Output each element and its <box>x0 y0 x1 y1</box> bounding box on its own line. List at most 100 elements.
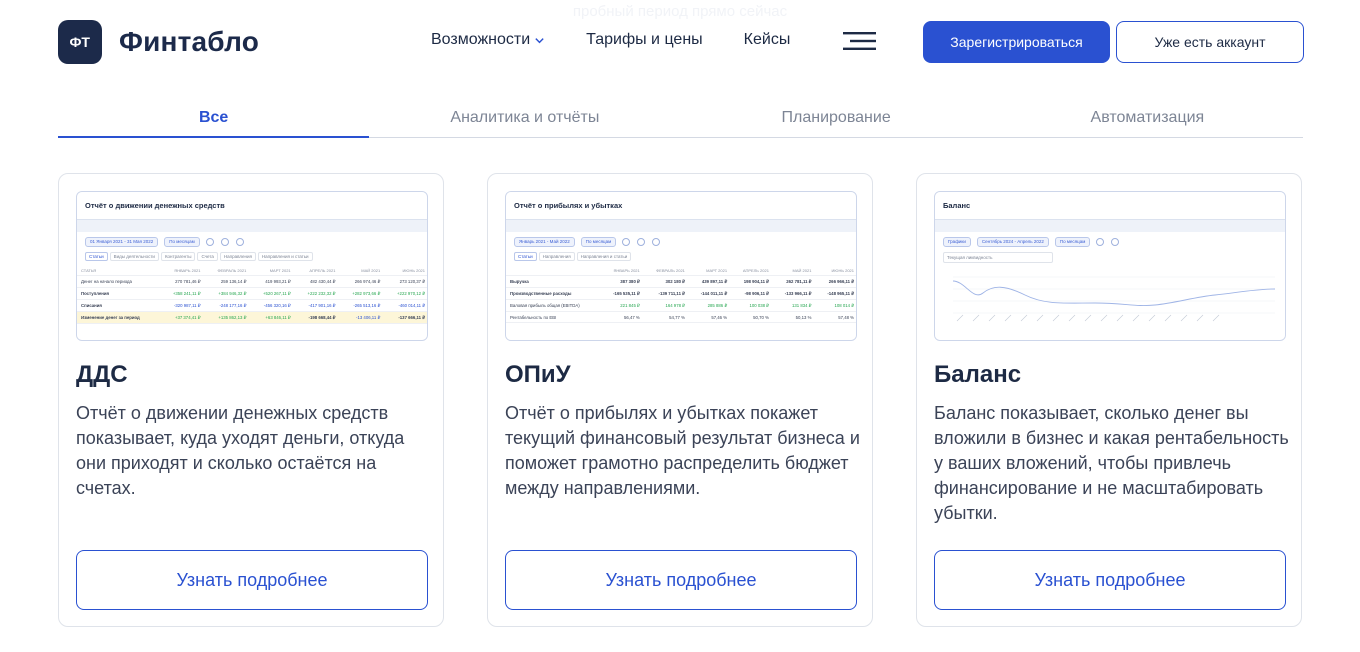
category-tabs: Все Аналитика и отчёты Планирование Авто… <box>58 100 1303 138</box>
preview-subtab: Статьи <box>85 252 108 261</box>
settings-icon <box>205 238 214 246</box>
table-cell: 387 380 ₽ <box>601 275 644 288</box>
preview-subtab: Направления и статьи <box>257 252 313 261</box>
refresh-icon <box>637 238 646 246</box>
table-row: Выручка 387 380 ₽ 302 180 ₽ 439 897,11 ₽… <box>506 275 856 288</box>
table-cell: 273 120,37 ₽ <box>384 275 427 288</box>
report-preview: Отчёт о движении денежных средств 01 Янв… <box>76 191 428 341</box>
metric-selector: Текущая ликвидность <box>943 252 1053 263</box>
table-header <box>506 265 602 276</box>
eye-icon <box>652 238 661 246</box>
grouping-selector: По месяцам <box>1054 237 1091 247</box>
header-ghost-text: пробный период прямо сейчас <box>572 3 788 20</box>
table-header: АПРЕЛЬ 2021 <box>294 265 340 276</box>
preview-body: Январь 2021 - Май 2022 По месяцам Статьи… <box>506 232 856 340</box>
row-label: Денег на начало периода <box>77 275 161 288</box>
refresh-icon <box>220 238 229 246</box>
table-cell: +63 846,11 ₽ <box>250 311 295 324</box>
login-button[interactable]: Уже есть аккаунт <box>1116 21 1304 63</box>
table-cell: 57,46 % <box>688 311 732 323</box>
table-cell: 131 834 ₽ <box>772 299 816 312</box>
table-cell: +384 946,32 ₽ <box>204 287 251 300</box>
table-cell: 302 180 ₽ <box>643 275 689 288</box>
row-label: Выручка <box>506 275 602 288</box>
preview-controls: Графики Сентябрь 2024 - Апрель 2022 По м… <box>935 232 1285 252</box>
nav-item-features[interactable]: Возможности <box>431 31 545 49</box>
liquidity-line-chart <box>952 276 1276 322</box>
preview-subtab: Виды деятельности <box>109 252 159 261</box>
grouping-selector: По месяцам <box>580 237 617 247</box>
table-cell: 419 993,21 ₽ <box>250 275 295 288</box>
period-selector: Январь 2021 - Май 2022 <box>514 237 575 247</box>
tab-analytics[interactable]: Аналитика и отчёты <box>369 100 680 137</box>
table-row: Рентабельность по EBI 56,47 % 54,77 % 57… <box>506 311 856 323</box>
table-header: СТАТЬЯ <box>77 265 161 276</box>
table-cell: -139 711,11 ₽ <box>643 287 689 300</box>
table-header: МАЙ 2021 <box>772 265 816 276</box>
row-label: Поступления <box>77 287 161 300</box>
table-cell: +358 241,11 ₽ <box>160 287 205 300</box>
table-cell: 285 886 ₽ <box>688 299 732 312</box>
row-label: Изменение денег за период <box>77 311 161 324</box>
table-cell: 50,13 % <box>772 311 816 323</box>
table-header: МАРТ 2021 <box>688 265 732 276</box>
learn-more-button[interactable]: Узнать подробнее <box>505 550 857 610</box>
nav-item-pricing[interactable]: Тарифы и цены <box>586 31 703 49</box>
table-row: Поступления +358 241,11 ₽ +384 946,32 ₽ … <box>77 287 427 300</box>
table-cell: +135 862,13 ₽ <box>204 311 251 324</box>
card-description: Отчёт о прибылях и убытках покажет текущ… <box>505 403 860 498</box>
x-axis-ticks <box>956 314 1220 322</box>
table-cell: 439 897,11 ₽ <box>688 275 732 288</box>
table-cell: 56,47 % <box>601 311 644 323</box>
table-row: Списания -320 987,11 ₽ -248 177,16 ₽ -45… <box>77 299 427 312</box>
table-cell: -417 901,16 ₽ <box>294 299 340 312</box>
preview-subtab: Направления <box>538 252 575 261</box>
table-cell: 266 966,11 ₽ <box>815 275 856 288</box>
row-label: Производственные расходы <box>506 287 602 300</box>
preview-subtab: Направления <box>219 252 256 261</box>
table-cell: -265 513,16 ₽ <box>339 299 385 312</box>
tab-planning[interactable]: Планирование <box>681 100 992 137</box>
card-description: Баланс показывает, сколько денег вы влож… <box>934 403 1289 523</box>
card-title: ОПиУ <box>505 361 571 388</box>
period-selector: Сентябрь 2024 - Апрель 2022 <box>976 237 1049 247</box>
chevron-down-icon <box>535 37 544 43</box>
tab-automation[interactable]: Автоматизация <box>992 100 1303 137</box>
learn-more-button[interactable]: Узнать подробнее <box>934 550 1286 610</box>
liquidity-line <box>952 280 1276 306</box>
table-row: Производственные расходы -165 535,11 ₽ -… <box>506 287 856 300</box>
table-header: ИЮНЬ 2021 <box>815 265 856 276</box>
preview-subtab: Направления и статьи <box>576 252 632 261</box>
menu-icon[interactable] <box>843 31 876 51</box>
table-cell: -137 666,11 ₽ <box>384 311 427 324</box>
card-balance: Баланс Графики Сентябрь 2024 - Апрель 20… <box>916 173 1302 627</box>
table-cell: 57,48 % <box>815 311 856 323</box>
nav-item-cases[interactable]: Кейсы <box>744 31 791 49</box>
table-cell: 164 978 ₽ <box>643 299 689 312</box>
preview-subtabs: Статьи Направления Направления и статьи <box>506 252 856 265</box>
refresh-icon <box>1111 238 1120 246</box>
table-header-row: ЯНВАРЬ 2021 ФЕВРАЛЬ 2021 МАРТ 2021 АПРЕЛ… <box>506 265 856 276</box>
learn-more-button[interactable]: Узнать подробнее <box>76 550 428 610</box>
table-cell: +37 374,41 ₽ <box>160 311 205 324</box>
card-dds: Отчёт о движении денежных средств 01 Янв… <box>58 173 444 627</box>
logo[interactable]: ФТ Финтабло <box>58 20 259 64</box>
table-header: МАРТ 2021 <box>250 265 295 276</box>
tab-all[interactable]: Все <box>58 100 370 138</box>
preview-table: СТАТЬЯ ЯНВАРЬ 2021 ФЕВРАЛЬ 2021 МАРТ 202… <box>77 265 427 324</box>
table-row: Валовая прибыль общая (EBITDA) 221 845 ₽… <box>506 299 856 312</box>
table-cell: 108 014 ₽ <box>815 299 856 312</box>
preview-subtab: Счета <box>197 252 218 261</box>
table-cell: -133 966,11 ₽ <box>772 287 816 300</box>
table-cell: -148 965,11 ₽ <box>815 287 856 300</box>
main-nav: Возможности Тарифы и цены Кейсы <box>431 31 790 49</box>
grouping-selector: По месяцам <box>164 237 200 247</box>
table-cell: -144 011,11 ₽ <box>688 287 732 300</box>
table-row: Изменение денег за период +37 374,41 ₽ +… <box>77 311 427 324</box>
table-cell: 54,77 % <box>643 311 689 323</box>
view-selector: Графики <box>943 237 971 247</box>
eye-icon <box>235 238 244 246</box>
register-button[interactable]: Зарегистрироваться <box>923 21 1110 63</box>
table-cell: -198 668,44 ₽ <box>294 311 340 324</box>
table-cell: -460 014,11 ₽ <box>384 299 427 312</box>
